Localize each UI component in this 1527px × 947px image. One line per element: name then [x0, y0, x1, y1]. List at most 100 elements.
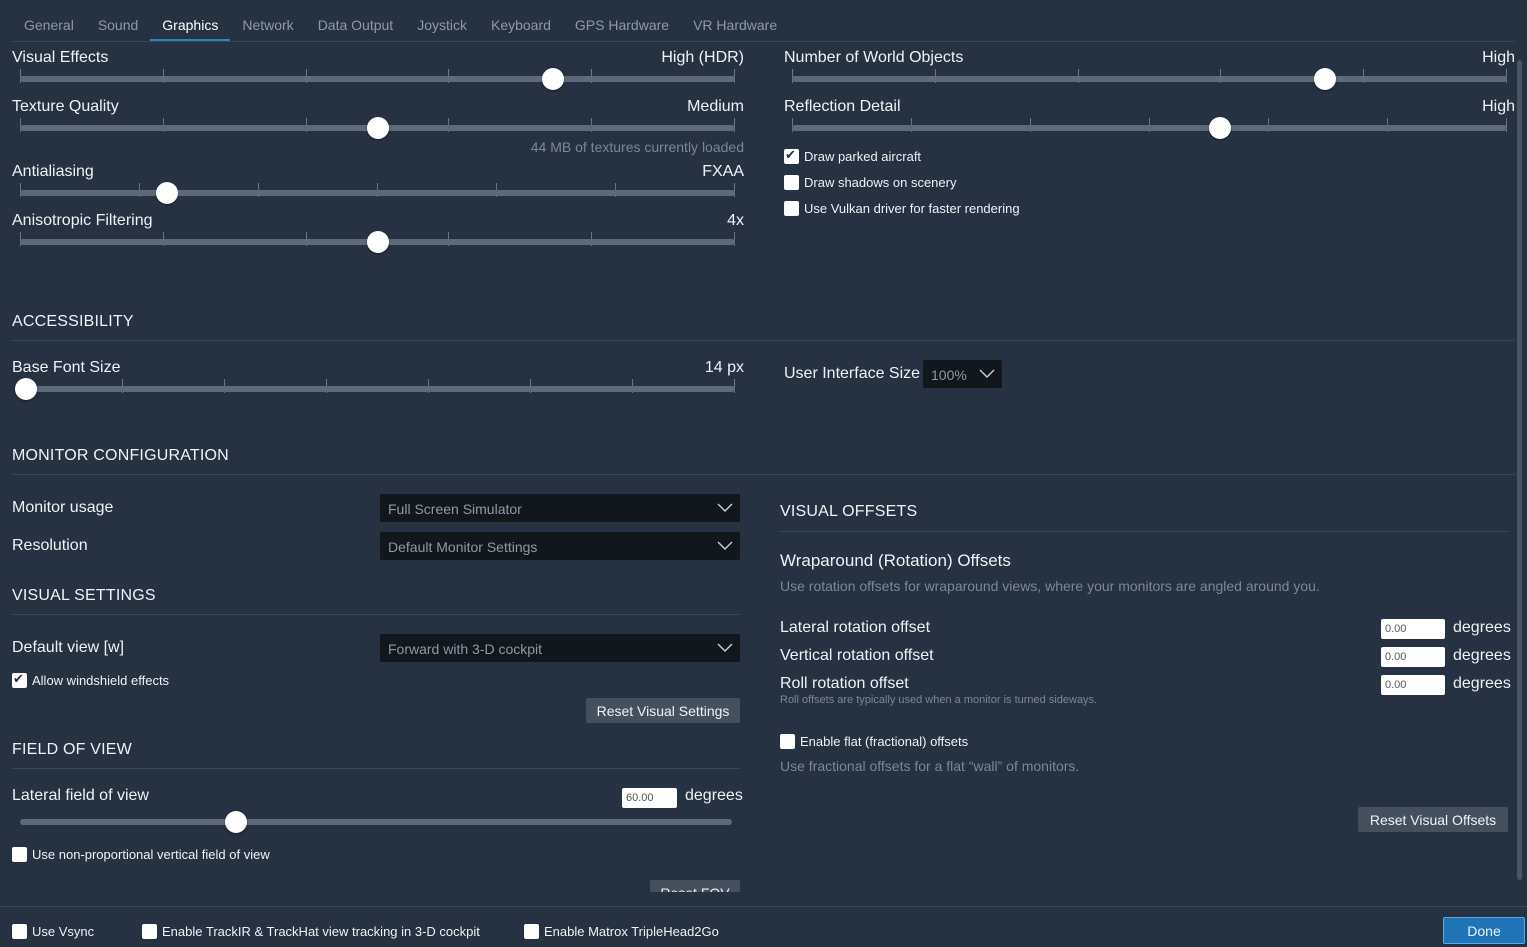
tab-joystick[interactable]: Joystick: [405, 12, 479, 42]
section-divider: [12, 340, 1515, 341]
base-font-size-label: Base Font Size: [12, 359, 121, 376]
checkbox-label: Enable flat (fractional) offsets: [800, 734, 969, 749]
visual-effects-label: Visual Effects: [12, 49, 109, 66]
texture-quality-label: Texture Quality: [12, 98, 119, 115]
tab-graphics[interactable]: Graphics: [150, 12, 231, 42]
checkbox-box: ✔: [784, 147, 799, 164]
lateral-fov-slider[interactable]: [20, 811, 732, 833]
resolution-label: Resolution: [12, 537, 88, 554]
vertical-rotation-unit: degrees: [1453, 647, 1511, 664]
checkbox-box: [784, 175, 799, 190]
roll-rotation-input[interactable]: [1381, 675, 1445, 695]
monitor-config-heading: MONITOR CONFIGURATION: [12, 447, 229, 464]
reflection-detail-value: High: [1482, 98, 1515, 115]
windshield-effects-checkbox[interactable]: ✔ Allow windshield effects: [12, 671, 169, 688]
visual-effects-value: High (HDR): [661, 49, 744, 66]
slider-knob[interactable]: [367, 231, 389, 253]
antialiasing-slider[interactable]: [20, 182, 735, 204]
matrox-checkbox[interactable]: Enable Matrox TripleHead2Go: [524, 924, 719, 939]
chevron-down-icon: [717, 643, 733, 652]
monitor-usage-value: Full Screen Simulator: [388, 501, 522, 517]
lateral-rotation-input[interactable]: [1381, 619, 1445, 639]
slider-track: [20, 386, 735, 392]
trackir-checkbox[interactable]: Enable TrackIR & TrackHat view tracking …: [142, 924, 480, 939]
vertical-rotation-input[interactable]: [1381, 647, 1445, 667]
reset-fov-clip: Reset FOV: [650, 880, 740, 892]
anisotropic-label: Anisotropic Filtering: [12, 212, 153, 229]
checkbox-label: Use non-proportional vertical field of v…: [32, 847, 270, 862]
flat-offsets-description: Use fractional offsets for a flat “wall”…: [780, 758, 1080, 774]
tab-data-output[interactable]: Data Output: [306, 12, 406, 42]
slider-knob[interactable]: [225, 811, 247, 833]
resolution-value: Default Monitor Settings: [388, 539, 538, 555]
chevron-down-icon: [979, 369, 995, 378]
default-view-value: Forward with 3-D cockpit: [388, 641, 543, 657]
reset-visual-settings-button[interactable]: Reset Visual Settings: [586, 698, 740, 723]
ui-size-dropdown[interactable]: 100%: [923, 360, 1002, 388]
texture-memory-note: 44 MB of textures currently loaded: [530, 139, 744, 155]
slider-knob[interactable]: [15, 378, 37, 400]
tab-sound[interactable]: Sound: [86, 12, 150, 42]
tab-keyboard[interactable]: Keyboard: [479, 12, 563, 42]
wraparound-description: Use rotation offsets for wraparound view…: [780, 578, 1320, 594]
tab-gps-hardware[interactable]: GPS Hardware: [563, 12, 681, 42]
checkbox-label: Draw shadows on scenery: [804, 175, 957, 190]
section-divider: [12, 614, 740, 615]
checkbox-label: Use Vsync: [32, 924, 95, 939]
lateral-fov-unit: degrees: [685, 787, 743, 804]
section-divider: [12, 768, 740, 769]
lateral-fov-input[interactable]: [622, 788, 677, 808]
reset-fov-button[interactable]: Reset FOV: [650, 880, 740, 892]
flat-offsets-checkbox[interactable]: Enable flat (fractional) offsets: [780, 734, 968, 749]
bottom-divider: [0, 906, 1527, 907]
base-font-size-slider[interactable]: [15, 378, 735, 400]
world-objects-label: Number of World Objects: [784, 49, 964, 66]
slider-knob[interactable]: [542, 68, 564, 90]
checkbox-box: ✔: [12, 671, 27, 688]
slider-track: [792, 76, 1507, 82]
world-objects-value: High: [1482, 49, 1515, 66]
section-divider: [780, 531, 1508, 532]
base-font-size-value: 14 px: [704, 359, 744, 376]
slider-knob[interactable]: [1314, 68, 1336, 90]
reset-visual-offsets-button[interactable]: Reset Visual Offsets: [1358, 807, 1508, 832]
default-view-dropdown[interactable]: Forward with 3-D cockpit: [380, 634, 740, 662]
vsync-checkbox[interactable]: Use Vsync: [12, 924, 94, 939]
ui-size-value: 100%: [931, 367, 967, 383]
anisotropic-slider[interactable]: [20, 231, 735, 253]
slider-knob[interactable]: [156, 182, 178, 204]
world-objects-slider[interactable]: [792, 68, 1507, 90]
visual-effects-slider[interactable]: [20, 68, 735, 90]
checkbox-label: Enable Matrox TripleHead2Go: [544, 924, 719, 939]
slider-track: [792, 125, 1507, 131]
texture-quality-slider[interactable]: [20, 117, 735, 139]
visual-offsets-heading: VISUAL OFFSETS: [780, 503, 918, 520]
slider-track: [20, 190, 735, 196]
scrollbar[interactable]: [1517, 60, 1522, 880]
reflection-detail-slider[interactable]: [792, 117, 1507, 139]
tab-general[interactable]: General: [12, 12, 86, 42]
draw-parked-aircraft-checkbox[interactable]: ✔ Draw parked aircraft: [784, 147, 921, 164]
done-button[interactable]: Done: [1443, 917, 1525, 944]
tab-vr-hardware[interactable]: VR Hardware: [681, 12, 789, 42]
monitor-usage-dropdown[interactable]: Full Screen Simulator: [380, 494, 740, 522]
tab-network[interactable]: Network: [230, 12, 305, 42]
check-icon: ✔: [785, 147, 796, 162]
slider-knob[interactable]: [367, 117, 389, 139]
checkbox-box: [142, 924, 157, 939]
wraparound-heading: Wraparound (Rotation) Offsets: [780, 551, 1011, 570]
monitor-usage-label: Monitor usage: [12, 499, 114, 516]
slider-track: [20, 819, 732, 825]
draw-shadows-checkbox[interactable]: Draw shadows on scenery: [784, 175, 956, 190]
antialiasing-label: Antialiasing: [12, 163, 94, 180]
vulkan-driver-checkbox[interactable]: Use Vulkan driver for faster rendering: [784, 201, 1020, 216]
chevron-down-icon: [717, 503, 733, 512]
default-view-label: Default view [w]: [12, 639, 125, 656]
texture-quality-value: Medium: [687, 98, 744, 115]
non-proportional-fov-checkbox[interactable]: Use non-proportional vertical field of v…: [12, 847, 270, 862]
field-of-view-heading: FIELD OF VIEW: [12, 741, 132, 758]
slider-knob[interactable]: [1209, 117, 1231, 139]
chevron-down-icon: [717, 541, 733, 550]
checkbox-box: [780, 734, 795, 749]
resolution-dropdown[interactable]: Default Monitor Settings: [380, 532, 740, 560]
